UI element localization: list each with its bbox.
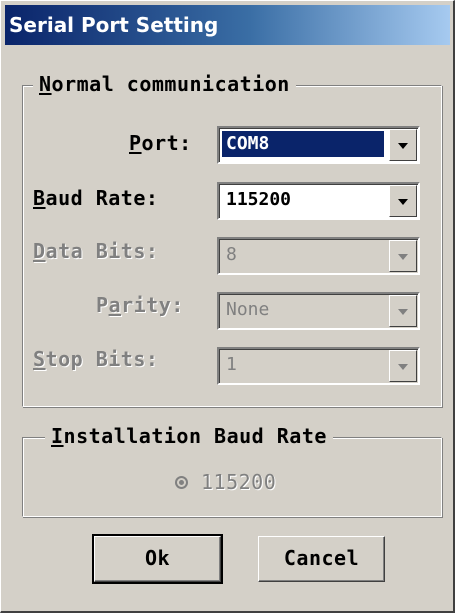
ok-button[interactable]: Ok bbox=[92, 534, 223, 584]
data-bits-dropdown-button bbox=[389, 240, 417, 272]
installation-baud-rate-option: 115200 bbox=[201, 470, 277, 494]
baud-rate-dropdown-button[interactable] bbox=[389, 185, 417, 217]
chevron-down-icon bbox=[398, 143, 408, 149]
baud-rate-value: 115200 bbox=[226, 189, 292, 210]
parity-label: Parity: bbox=[96, 293, 184, 317]
stop-bits-value: 1 bbox=[226, 354, 237, 375]
cancel-button[interactable]: Cancel bbox=[258, 536, 385, 582]
title-bar[interactable]: Serial Port Setting bbox=[5, 5, 450, 45]
parity-combobox: None bbox=[217, 292, 420, 330]
data-bits-value: 8 bbox=[226, 244, 237, 265]
serial-port-setting-dialog: Serial Port Setting Normal communication… bbox=[0, 0, 455, 613]
chevron-down-icon bbox=[398, 364, 408, 370]
port-label: Port: bbox=[129, 131, 192, 155]
radio-dot-icon bbox=[179, 480, 184, 485]
baud-rate-combobox[interactable]: 115200 bbox=[217, 182, 420, 220]
port-value: COM8 bbox=[222, 131, 384, 157]
stop-bits-label: Stop Bits: bbox=[33, 347, 159, 371]
data-bits-label: Data Bits: bbox=[33, 239, 159, 263]
baud-rate-label: Baud Rate: bbox=[33, 186, 159, 210]
stop-bits-combobox: 1 bbox=[217, 347, 420, 385]
data-bits-combobox: 8 bbox=[217, 237, 420, 275]
normal-communication-title: Normal communication bbox=[33, 73, 296, 95]
parity-dropdown-button bbox=[389, 295, 417, 327]
chevron-down-icon bbox=[398, 254, 408, 260]
chevron-down-icon bbox=[398, 309, 408, 315]
port-dropdown-button[interactable] bbox=[389, 129, 417, 161]
parity-value: None bbox=[226, 299, 270, 320]
baud-rate-radio-icon bbox=[175, 476, 188, 489]
chevron-down-icon bbox=[398, 199, 408, 205]
stop-bits-dropdown-button bbox=[389, 350, 417, 382]
window-title: Serial Port Setting bbox=[9, 13, 219, 37]
port-combobox[interactable]: COM8 bbox=[217, 126, 420, 164]
installation-baud-rate-title: Installation Baud Rate bbox=[45, 425, 333, 447]
